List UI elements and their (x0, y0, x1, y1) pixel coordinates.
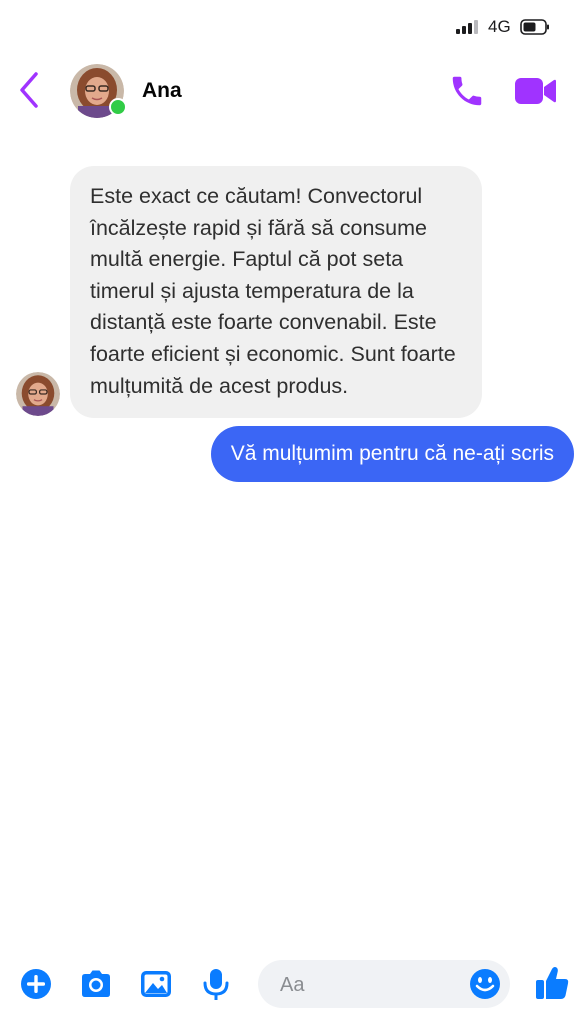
incoming-message-avatar (16, 372, 60, 416)
message-input[interactable] (278, 960, 462, 1010)
plus-icon[interactable] (18, 966, 54, 1002)
battery-icon (520, 19, 549, 35)
status-bar: 4G (0, 0, 587, 52)
outgoing-message-bubble[interactable]: Vă mulțumim pentru că ne-ați scris (210, 426, 574, 482)
microphone-icon[interactable] (198, 966, 234, 1002)
network-label: 4G (488, 17, 511, 36)
online-status-indicator (109, 98, 127, 116)
message-input-field[interactable] (258, 960, 510, 1010)
contact-name[interactable]: Ana (142, 79, 182, 103)
contact-avatar[interactable] (70, 64, 127, 118)
video-call-icon[interactable] (513, 74, 557, 108)
like-icon[interactable] (533, 964, 571, 1002)
conversation-header: Ana (0, 52, 587, 132)
signal-icon (456, 20, 480, 34)
gallery-icon[interactable] (138, 966, 174, 1002)
incoming-message-bubble[interactable]: Este exact ce căutam! Convectorul încălz… (70, 166, 482, 419)
message-composer (0, 950, 587, 1024)
emoji-icon[interactable] (468, 967, 502, 1001)
avatar (16, 372, 60, 416)
phone-call-icon[interactable] (448, 72, 486, 110)
back-icon[interactable] (16, 70, 44, 110)
camera-icon[interactable] (78, 966, 114, 1002)
